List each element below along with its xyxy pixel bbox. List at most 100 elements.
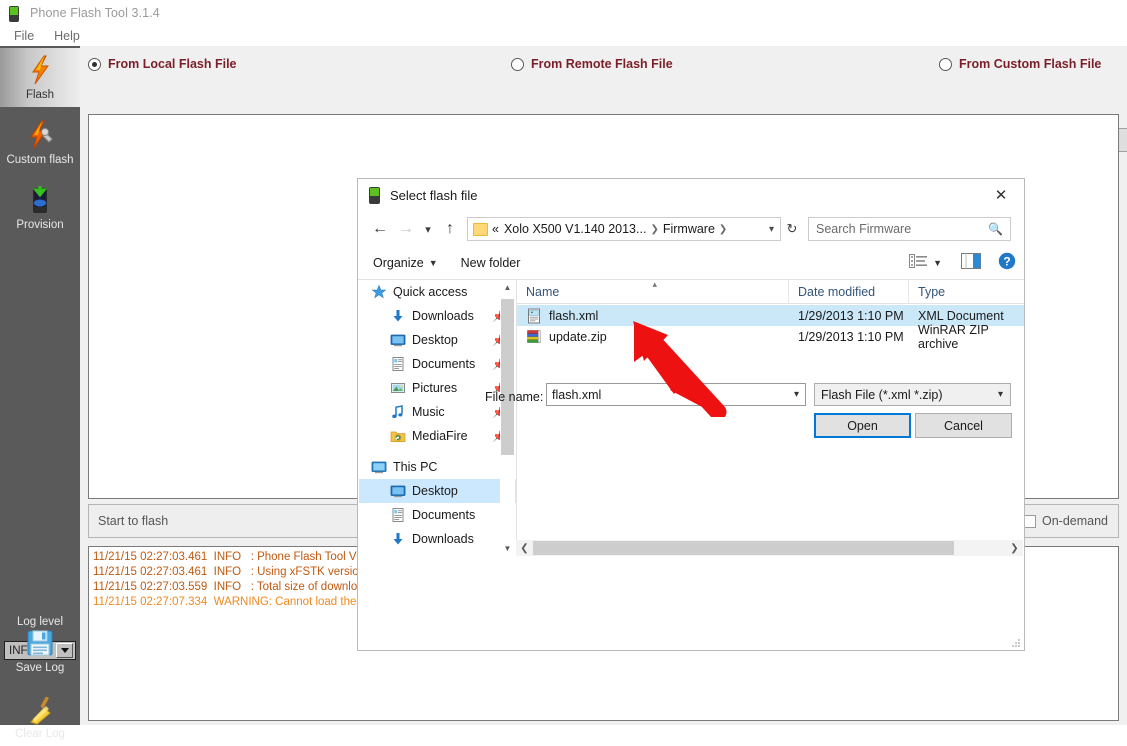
folder-sync-icon xyxy=(390,428,406,444)
file-type-select[interactable]: Flash File (*.xml *.zip) ▾ xyxy=(814,383,1011,406)
column-header-name-label: Name xyxy=(526,285,559,299)
organize-button[interactable]: Organize xyxy=(373,256,424,270)
radio-remote-label: From Remote Flash File xyxy=(531,57,673,71)
tree-item-documents[interactable]: Documents 📌 xyxy=(359,352,516,376)
sidebar-item-provision-label: Provision xyxy=(16,219,63,231)
column-header-type[interactable]: Type xyxy=(909,280,1024,304)
phone-icon xyxy=(7,4,21,22)
column-header-type-label: Type xyxy=(918,285,945,299)
open-button[interactable]: Open xyxy=(814,413,911,438)
floppy-disk-icon xyxy=(24,627,56,659)
chevron-down-icon[interactable]: ▾ xyxy=(998,389,1003,400)
file-date-cell: 1/29/2013 1:10 PM xyxy=(789,309,909,323)
menu-file[interactable]: File xyxy=(5,28,43,44)
tree-item-label: MediaFire xyxy=(412,429,468,443)
status-text: Start to flash xyxy=(98,514,168,528)
column-header-name[interactable]: ▴ Name xyxy=(517,280,789,304)
tree-item-documents-thispc[interactable]: Documents xyxy=(359,503,516,527)
help-icon[interactable]: ? xyxy=(998,252,1016,275)
file-name-cell: flash.xml xyxy=(517,308,789,324)
radio-custom-label: From Custom Flash File xyxy=(959,57,1101,71)
new-folder-button[interactable]: New folder xyxy=(461,256,521,270)
tree-item-desktop[interactable]: Desktop 📌 xyxy=(359,328,516,352)
refresh-icon[interactable]: ↻ xyxy=(781,217,803,241)
star-icon xyxy=(371,284,387,300)
tree-item-downloads-thispc[interactable]: Downloads xyxy=(359,527,516,551)
scrollbar-thumb[interactable] xyxy=(533,541,954,555)
tree-item-label: Music xyxy=(412,405,445,419)
tree-item-music-thispc[interactable]: Music xyxy=(359,551,516,556)
tree-item-desktop-thispc[interactable]: Desktop xyxy=(359,479,516,503)
close-icon[interactable]: ✕ xyxy=(978,179,1024,211)
scroll-left-icon[interactable]: ❮ xyxy=(516,540,533,556)
chevron-down-icon[interactable]: ▾ xyxy=(419,216,437,242)
chevron-down-icon[interactable]: ▼ xyxy=(429,258,438,268)
search-icon: 🔍 xyxy=(988,222,1003,236)
zip-archive-icon xyxy=(526,329,542,345)
left-sidebar: Flash Custom flash xyxy=(0,46,80,725)
chevron-down-icon[interactable]: ▾ xyxy=(769,224,774,235)
chevron-down-icon[interactable]: ▾ xyxy=(794,389,799,400)
radio-from-custom-flash-file[interactable]: From Custom Flash File xyxy=(939,57,1101,71)
phone-download-icon xyxy=(24,184,56,216)
view-list-icon[interactable] xyxy=(909,254,927,273)
sidebar-item-save-log[interactable]: Save Log xyxy=(0,621,80,680)
file-name-input[interactable]: flash.xml ▾ xyxy=(546,383,806,406)
search-input[interactable]: Search Firmware 🔍 xyxy=(808,217,1011,241)
tree-item-label: Quick access xyxy=(393,285,467,299)
scrollbar-track[interactable] xyxy=(500,295,515,541)
document-icon xyxy=(390,356,406,372)
breadcrumb-firmware[interactable]: Firmware xyxy=(663,222,715,236)
address-bar[interactable]: « Xolo X500 V1.140 2013... ❯ Firmware ❯ … xyxy=(467,217,781,241)
tree-item-this-pc[interactable]: This PC xyxy=(359,455,516,479)
radio-from-local-flash-file[interactable]: From Local Flash File xyxy=(88,57,237,71)
select-flash-file-dialog: Select flash file ✕ ← → ▾ ↑ « Xolo X500 … xyxy=(357,178,1025,651)
sidebar-item-clear-log[interactable]: Clear Log xyxy=(0,687,80,746)
preview-pane-icon[interactable] xyxy=(961,253,981,274)
tree-item-label: Downloads xyxy=(412,532,474,546)
chevron-right-icon: ❯ xyxy=(650,224,658,235)
menu-bar: File Help xyxy=(0,26,1127,46)
cancel-button[interactable]: Cancel xyxy=(915,413,1012,438)
file-type-cell: WinRAR ZIP archive xyxy=(909,323,1024,351)
file-type-cell: XML Document xyxy=(909,309,1024,323)
scroll-up-icon[interactable]: ▲ xyxy=(500,280,515,295)
arrow-right-icon[interactable]: → xyxy=(393,216,419,242)
tree-item-downloads[interactable]: Downloads 📌 xyxy=(359,304,516,328)
scroll-right-icon[interactable]: ❯ xyxy=(1006,540,1023,556)
sidebar-item-flash[interactable]: Flash xyxy=(0,48,80,107)
svg-text:?: ? xyxy=(1003,254,1010,268)
breadcrumb-device[interactable]: Xolo X500 V1.140 2013... xyxy=(504,222,646,236)
file-name-cell: update.zip xyxy=(517,329,789,345)
tree-item-quick-access[interactable]: Quick access xyxy=(359,280,516,304)
arrow-left-icon[interactable]: ← xyxy=(367,216,393,242)
file-list-header: ▴ Name Date modified Type xyxy=(517,280,1024,304)
scroll-down-icon[interactable]: ▼ xyxy=(500,541,515,556)
table-row[interactable]: update.zip 1/29/2013 1:10 PM WinRAR ZIP … xyxy=(517,326,1024,347)
file-name-label: File name: xyxy=(485,390,543,404)
file-list-horizontal-scrollbar[interactable]: ❮ ❯ xyxy=(516,540,1023,556)
resize-grip[interactable] xyxy=(1011,638,1021,648)
tree-item-mediafire[interactable]: MediaFire 📌 xyxy=(359,424,516,448)
scrollbar-thumb[interactable] xyxy=(501,299,514,455)
chevron-right-icon: ❯ xyxy=(719,224,727,235)
menu-help[interactable]: Help xyxy=(45,28,89,44)
column-header-date-modified[interactable]: Date modified xyxy=(789,280,909,304)
navigation-pane: Quick access Downloads 📌 Desktop 📌 Docum… xyxy=(359,280,516,556)
sidebar-item-custom-flash[interactable]: Custom flash xyxy=(0,113,80,172)
radio-local-indicator xyxy=(88,58,101,71)
dialog-footer xyxy=(358,557,1024,650)
radio-from-remote-flash-file[interactable]: From Remote Flash File xyxy=(511,57,673,71)
monitor-icon xyxy=(390,332,406,348)
sidebar-item-provision[interactable]: Provision xyxy=(0,178,80,237)
dialog-command-bar: Organize ▼ New folder ▼ xyxy=(358,247,1024,280)
lightning-icon xyxy=(24,54,56,86)
chevron-down-icon[interactable]: ▼ xyxy=(933,258,942,268)
column-header-date-label: Date modified xyxy=(798,285,875,299)
file-date-cell: 1/29/2013 1:10 PM xyxy=(789,330,909,344)
ondemand-checkbox-wrap[interactable]: On-demand xyxy=(1023,514,1108,528)
navigation-pane-scrollbar[interactable]: ▲ ▼ xyxy=(500,280,515,556)
arrow-up-icon[interactable]: ↑ xyxy=(437,216,463,242)
breadcrumb-root[interactable]: « xyxy=(492,222,499,236)
search-placeholder: Search Firmware xyxy=(816,222,911,236)
